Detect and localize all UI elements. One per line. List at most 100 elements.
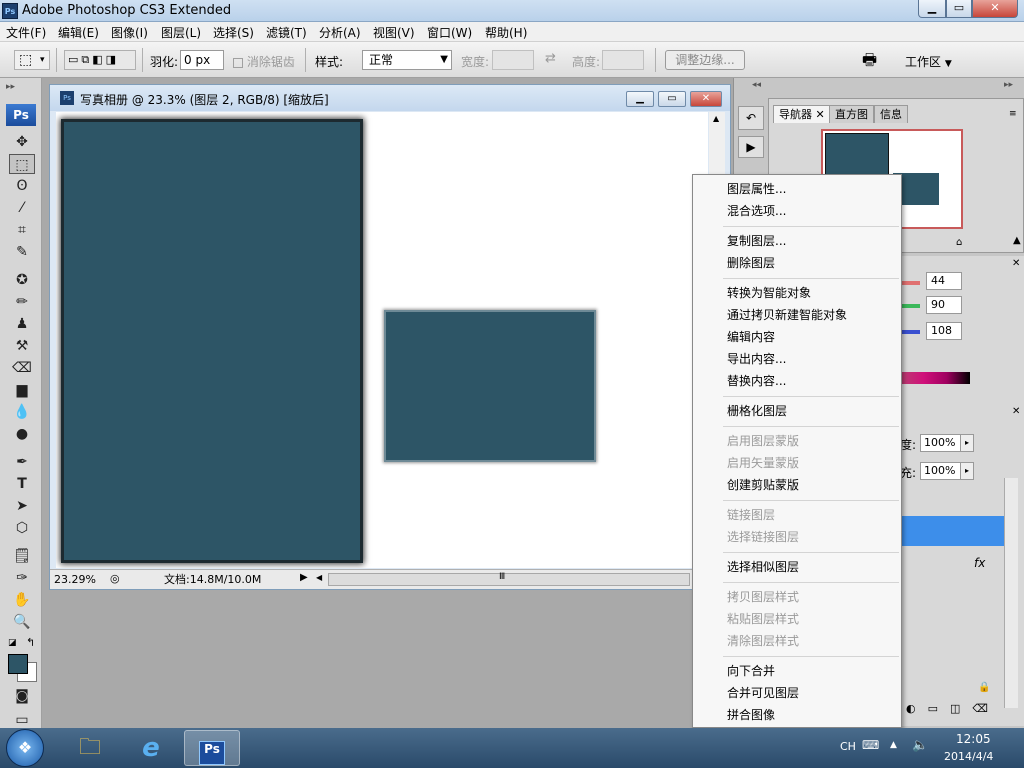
tool-preset-picker[interactable]: ⬚ ▾ xyxy=(14,50,50,70)
blue-value-field[interactable]: 108 xyxy=(926,322,962,340)
history-brush-tool-icon[interactable]: ⚒ xyxy=(9,336,35,356)
red-value-field[interactable]: 44 xyxy=(926,272,962,290)
tab-navigator[interactable]: 导航器 ✕ xyxy=(773,105,831,123)
tab-info[interactable]: 信息 xyxy=(874,105,908,123)
menu-item-enable-layer-mask[interactable]: 启用图层蒙版 xyxy=(727,433,799,449)
clock-time[interactable]: 12:05 xyxy=(956,732,991,746)
menu-item-clear-layer-style[interactable]: 清除图层样式 xyxy=(727,633,799,649)
path-selection-tool-icon[interactable]: ➤ xyxy=(9,496,35,516)
width-input[interactable] xyxy=(492,50,534,70)
feather-input[interactable]: 0 px xyxy=(180,50,224,70)
zoom-tool-icon[interactable]: 🔍 xyxy=(9,612,35,632)
layer-actions-icons[interactable]: ◐▭◫⌫ xyxy=(906,702,1000,715)
scroll-up-icon[interactable]: ▲ xyxy=(713,114,719,123)
eyedropper-tool-icon[interactable]: ✑ xyxy=(9,568,35,588)
status-info-icon[interactable]: ◎ xyxy=(110,572,120,585)
selected-layer-row[interactable] xyxy=(900,516,1004,546)
clone-stamp-tool-icon[interactable]: ♟ xyxy=(9,314,35,334)
zoom-level-field[interactable]: 23.29% xyxy=(54,572,106,588)
history-panel-icon[interactable]: ↶ xyxy=(738,106,764,130)
fill-arrow-icon[interactable]: ▸ xyxy=(960,462,974,480)
menu-item-enable-vector-mask[interactable]: 启用矢量蒙版 xyxy=(727,455,799,471)
maximize-button[interactable]: ▭ xyxy=(946,0,972,18)
crop-tool-icon[interactable]: ⌗ xyxy=(9,220,35,240)
horizontal-scrollbar[interactable]: Ⅲ xyxy=(328,572,690,586)
red-slider[interactable] xyxy=(900,281,920,285)
menu-window[interactable]: 窗口(W) xyxy=(427,24,472,41)
menu-item-blending-options[interactable]: 混合选项... xyxy=(727,203,786,219)
minimize-button[interactable]: ▁ xyxy=(918,0,946,18)
menu-item-edit-contents[interactable]: 编辑内容 xyxy=(727,329,775,345)
green-slider[interactable] xyxy=(900,304,920,308)
green-value-field[interactable]: 90 xyxy=(926,296,962,314)
taskbar-ie-button[interactable]: e xyxy=(123,730,179,766)
menu-item-layer-properties[interactable]: 图层属性... xyxy=(727,181,786,197)
file-browser-icon[interactable]: 🖶 xyxy=(862,49,877,76)
menu-layer[interactable]: 图层(L) xyxy=(161,24,201,41)
menu-item-select-similar-layers[interactable]: 选择相似图层 xyxy=(727,559,799,575)
menu-item-convert-smart-object[interactable]: 转换为智能对象 xyxy=(727,285,811,301)
tray-expand-icon[interactable]: ▲ xyxy=(890,740,897,750)
style-select[interactable]: 正常 ▼ xyxy=(362,50,452,70)
close-icon[interactable]: ✕ xyxy=(1012,406,1020,417)
collapse-arrows-icon[interactable]: ▸▸ xyxy=(6,82,15,92)
ime-indicator[interactable]: CH xyxy=(840,740,856,753)
marquee-tool-icon[interactable]: ⬚ xyxy=(9,154,35,174)
dodge-tool-icon[interactable]: ● xyxy=(9,424,35,444)
clock-date[interactable]: 2014/4/4 xyxy=(944,750,993,763)
healing-brush-tool-icon[interactable]: ✪ xyxy=(9,270,35,290)
menu-item-duplicate-layer[interactable]: 复制图层... xyxy=(727,233,786,249)
document-maximize-button[interactable]: ▭ xyxy=(658,91,686,107)
hand-tool-icon[interactable]: ✋ xyxy=(9,590,35,610)
move-tool-icon[interactable]: ✥ xyxy=(9,132,35,152)
document-minimize-button[interactable]: ▁ xyxy=(626,91,654,107)
blur-tool-icon[interactable]: 💧 xyxy=(9,402,35,422)
tab-histogram[interactable]: 直方图 xyxy=(829,105,874,123)
menu-select[interactable]: 选择(S) xyxy=(213,24,254,41)
menu-item-rasterize-layer[interactable]: 栅格化图层 xyxy=(727,403,787,419)
taskbar-explorer-button[interactable]: 🗀 xyxy=(62,730,118,766)
blue-slider[interactable] xyxy=(900,330,920,334)
zoom-in-icon[interactable]: ▲ xyxy=(1013,235,1021,246)
selection-mode-buttons[interactable]: ▭⧉◧◨ xyxy=(64,50,136,70)
screen-mode-icon[interactable]: ▭ xyxy=(9,710,35,730)
eraser-tool-icon[interactable]: ⌫ xyxy=(9,358,35,378)
actions-panel-icon[interactable]: ▶ xyxy=(738,136,764,158)
document-title-bar[interactable]: Ps 写真相册 @ 23.3% (图层 2, RGB/8) [缩放后] ▁ ▭ … xyxy=(50,85,730,111)
quick-mask-icon[interactable]: ◙ xyxy=(9,686,35,706)
volume-icon[interactable]: 🔈 xyxy=(912,738,928,753)
menu-item-export-contents[interactable]: 导出内容... xyxy=(727,351,786,367)
menu-view[interactable]: 视图(V) xyxy=(373,24,415,41)
photoshop-logo[interactable]: Ps xyxy=(6,104,36,126)
lock-icon[interactable]: 🔒 xyxy=(978,682,990,693)
expand-arrows-icon[interactable]: ▸▸ xyxy=(1004,80,1013,90)
zoom-slider-thumb[interactable]: ⌂ xyxy=(956,237,962,248)
lasso-tool-icon[interactable]: ʘ xyxy=(9,176,35,196)
swap-arrows-icon[interactable]: ⇄ xyxy=(545,51,556,66)
foreground-color-swatch[interactable] xyxy=(8,654,28,674)
menu-item-paste-layer-style[interactable]: 粘贴图层样式 xyxy=(727,611,799,627)
menu-filter[interactable]: 滤镜(T) xyxy=(266,24,307,41)
menu-item-create-clipping-mask[interactable]: 创建剪贴蒙版 xyxy=(727,477,799,493)
collapse-arrows-icon[interactable]: ◂◂ xyxy=(752,80,761,90)
scroll-left-icon[interactable]: ◀ xyxy=(316,573,322,582)
slice-tool-icon[interactable]: ✎ xyxy=(9,242,35,262)
close-icon[interactable]: ✕ xyxy=(816,108,825,121)
color-spectrum[interactable] xyxy=(900,372,970,384)
menu-item-flatten-image[interactable]: 拼合图像 xyxy=(727,707,775,723)
magic-wand-tool-icon[interactable]: ⁄ xyxy=(9,198,35,218)
menu-item-delete-layer[interactable]: 删除图层 xyxy=(727,255,775,271)
menu-item-merge-down[interactable]: 向下合并 xyxy=(727,663,775,679)
antialias-checkbox[interactable]: 消除锯齿 xyxy=(233,53,295,70)
menu-file[interactable]: 文件(F) xyxy=(6,24,46,41)
brush-tool-icon[interactable]: ✏ xyxy=(9,292,35,312)
default-colors-icon[interactable]: ◪ xyxy=(8,638,17,648)
close-icon[interactable]: ✕ xyxy=(1012,258,1020,269)
photo-frame-large[interactable] xyxy=(64,122,360,560)
start-button[interactable]: ❖ xyxy=(6,729,44,767)
menu-item-link-layers[interactable]: 链接图层 xyxy=(727,507,775,523)
type-tool-icon[interactable]: T xyxy=(9,474,35,494)
close-button[interactable]: ✕ xyxy=(972,0,1018,18)
panel-menu-icon[interactable]: ≡ xyxy=(1009,109,1017,119)
menu-item-merge-visible[interactable]: 合并可见图层 xyxy=(727,685,799,701)
